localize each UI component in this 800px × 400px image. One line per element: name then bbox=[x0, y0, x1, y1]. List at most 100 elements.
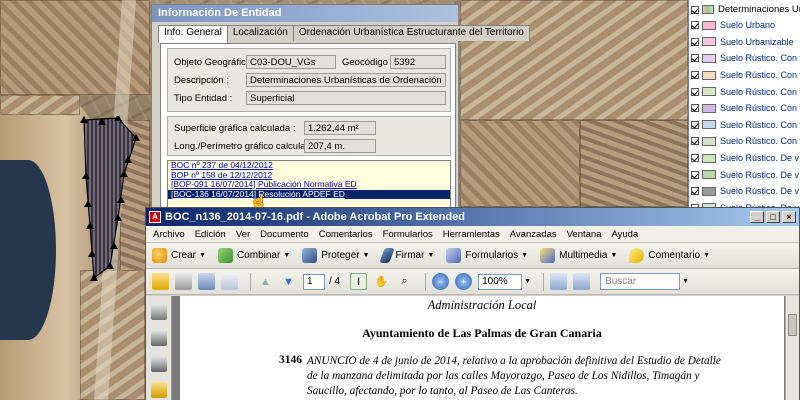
layer-checkbox[interactable] bbox=[691, 154, 699, 163]
entity-info-window[interactable]: Información De Entidad Info. General Loca… bbox=[151, 4, 530, 210]
proteger-button[interactable]: Proteger ▼ bbox=[302, 248, 370, 263]
close-button[interactable]: × bbox=[782, 211, 796, 223]
menu-documento[interactable]: Documento bbox=[255, 229, 314, 240]
firmar-button[interactable]: Firmar ▼ bbox=[378, 248, 434, 263]
layer-item[interactable]: Suelo Rústico. De v bbox=[689, 166, 800, 183]
formularios-button[interactable]: Formularios ▼ bbox=[446, 248, 528, 263]
tab-ordenacion[interactable]: Ordenación Urbanística Estructurante del… bbox=[292, 25, 530, 41]
perimetro-label: Long./Perímetro gráfico calculado : bbox=[174, 141, 322, 152]
acrobat-window[interactable]: A BOC_n136_2014-07-16.pdf - Adobe Acroba… bbox=[145, 207, 800, 400]
layer-item[interactable]: Suelo Rústico. De v bbox=[689, 183, 800, 200]
menu-comentarios[interactable]: Comentarios bbox=[314, 229, 378, 240]
layer-item[interactable]: Suelo Rústico. Con v bbox=[689, 50, 800, 67]
signatures-icon[interactable] bbox=[151, 356, 167, 372]
tab-info-general[interactable]: Info. General bbox=[158, 25, 228, 43]
email-icon[interactable] bbox=[221, 273, 238, 290]
superficie-label: Superficie gráfica calculada : bbox=[174, 123, 296, 134]
layer-checkbox[interactable] bbox=[691, 71, 699, 80]
save-icon[interactable] bbox=[198, 273, 215, 290]
layer-color-swatch bbox=[702, 70, 716, 80]
layer-item[interactable]: Suelo Rústico. De v bbox=[689, 200, 800, 207]
print-icon[interactable] bbox=[175, 273, 192, 290]
layer-color-swatch bbox=[702, 136, 716, 146]
menu-ver[interactable]: Ver bbox=[231, 229, 255, 240]
menu-ventana[interactable]: Ventana bbox=[562, 229, 607, 240]
next-page-icon[interactable]: ▼ bbox=[280, 273, 297, 290]
layer-label: Suelo Rústico. Con v bbox=[720, 103, 800, 114]
search-input[interactable]: Buscar bbox=[600, 273, 681, 290]
document-area: Administración Local Ayuntamiento de Las… bbox=[146, 296, 799, 400]
layer-group-checkbox[interactable] bbox=[691, 5, 699, 14]
search-dropdown-icon[interactable]: ▼ bbox=[682, 278, 689, 285]
layer-item[interactable]: Suelo Rústico. De v bbox=[689, 150, 800, 167]
pages-icon[interactable] bbox=[151, 304, 167, 320]
superficie-field: 1.262,44 m² bbox=[304, 121, 376, 135]
layer-item[interactable]: Suelo Rústico. Con v bbox=[689, 67, 800, 84]
menu-avanzadas[interactable]: Avanzadas bbox=[505, 229, 562, 240]
doc-link-selected[interactable]: [BOC-136 16/07/2014] Resolución APDEF ED bbox=[168, 189, 450, 199]
layer-checkbox[interactable] bbox=[691, 137, 699, 146]
menu-archivo[interactable]: Archivo bbox=[148, 229, 190, 240]
layer-checkbox[interactable] bbox=[691, 187, 699, 196]
attachments-icon[interactable] bbox=[151, 330, 167, 346]
zoom-select[interactable]: 100% bbox=[478, 273, 523, 290]
layer-label: Suelo Rústico. Con v bbox=[720, 119, 800, 130]
create-icon bbox=[152, 248, 167, 263]
vertical-scrollbar[interactable] bbox=[785, 296, 799, 400]
layer-item[interactable]: Suelo Rústico. Con v bbox=[689, 133, 800, 150]
layer-checkbox[interactable] bbox=[691, 104, 699, 113]
comentario-button[interactable]: Comentario ▼ bbox=[629, 248, 710, 263]
layer-label: Suelo Rústico. De v bbox=[720, 169, 800, 180]
layer-item[interactable]: Suelo Rústico. Con v bbox=[689, 117, 800, 134]
layer-item[interactable]: Suelo Rústico. Con v bbox=[689, 83, 800, 100]
open-folder-icon[interactable] bbox=[152, 273, 169, 290]
zoom-in-icon[interactable]: + bbox=[455, 273, 473, 290]
tab-localizacion[interactable]: Localización bbox=[226, 25, 294, 41]
layer-group-header[interactable]: Determinaciones Urban bbox=[689, 0, 800, 17]
layer-item[interactable]: Suelo Urbanizable bbox=[689, 34, 800, 51]
zoom-dropdown-icon[interactable]: ▼ bbox=[524, 278, 531, 285]
layer-checkbox[interactable] bbox=[691, 37, 699, 46]
prev-page-icon[interactable]: ▲ bbox=[257, 273, 274, 290]
navigation-pane bbox=[146, 296, 172, 400]
document-links-list[interactable]: BOC nº 237 de 04/12/2012 BOP nº 158 de 1… bbox=[167, 160, 451, 208]
layer-label: Suelo Rústico. Con v bbox=[720, 136, 800, 147]
layer-checkbox[interactable] bbox=[691, 21, 699, 30]
menu-herramientas[interactable]: Herramientas bbox=[438, 229, 505, 240]
zoom-out-icon[interactable]: − bbox=[432, 273, 450, 290]
pdf-page[interactable]: Administración Local Ayuntamiento de Las… bbox=[180, 296, 784, 400]
entity-info-tabs: Info. General Localización Ordenación Urba… bbox=[158, 25, 530, 43]
fit-page-icon[interactable] bbox=[550, 273, 568, 290]
page-number-input[interactable]: 1 bbox=[303, 273, 325, 290]
layers-panel[interactable]: Determinaciones Urban Suelo Urbano Suelo … bbox=[688, 0, 800, 207]
crear-button[interactable]: Crear ▼ bbox=[152, 248, 206, 263]
layer-checkbox[interactable] bbox=[691, 170, 699, 179]
window-controls: _ □ × bbox=[750, 211, 796, 223]
comments-icon[interactable] bbox=[151, 382, 167, 398]
menu-formularios[interactable]: Formularios bbox=[378, 229, 438, 240]
layer-item[interactable]: Suelo Urbano bbox=[689, 17, 800, 34]
menu-edicion[interactable]: Edición bbox=[190, 229, 231, 240]
layer-item[interactable]: Suelo Rústico. Con v bbox=[689, 100, 800, 117]
combinar-button[interactable]: Combinar ▼ bbox=[217, 248, 290, 263]
layer-color-swatch bbox=[702, 120, 716, 130]
layer-checkbox[interactable] bbox=[691, 54, 699, 63]
zoom-tool-icon[interactable]: ⌕ bbox=[396, 273, 413, 290]
menu-ayuda[interactable]: Ayuda bbox=[606, 229, 643, 240]
layer-label: Suelo Urbano bbox=[720, 20, 776, 31]
layer-checkbox[interactable] bbox=[691, 120, 699, 129]
hand-tool-icon[interactable]: ✋ bbox=[373, 273, 390, 290]
full-screen-icon[interactable] bbox=[573, 273, 591, 290]
scrollbar-thumb[interactable] bbox=[788, 314, 797, 336]
maximize-button[interactable]: □ bbox=[766, 211, 780, 223]
selected-parcel[interactable] bbox=[80, 116, 150, 286]
select-text-icon[interactable]: I bbox=[350, 273, 368, 290]
tasks-toolbar: Crear ▼ Combinar ▼ Proteger ▼ Firmar ▼ Formu… bbox=[146, 243, 799, 269]
descripcion-field: Determinaciones Urbanísticas de Ordenaci… bbox=[246, 73, 446, 87]
tipo-label: Tipo Entidad : bbox=[174, 93, 233, 104]
multimedia-icon bbox=[540, 248, 556, 263]
layer-color-swatch bbox=[702, 53, 716, 63]
minimize-button[interactable]: _ bbox=[750, 211, 764, 223]
layer-checkbox[interactable] bbox=[691, 87, 699, 96]
multimedia-button[interactable]: Multimedia ▼ bbox=[540, 248, 617, 263]
